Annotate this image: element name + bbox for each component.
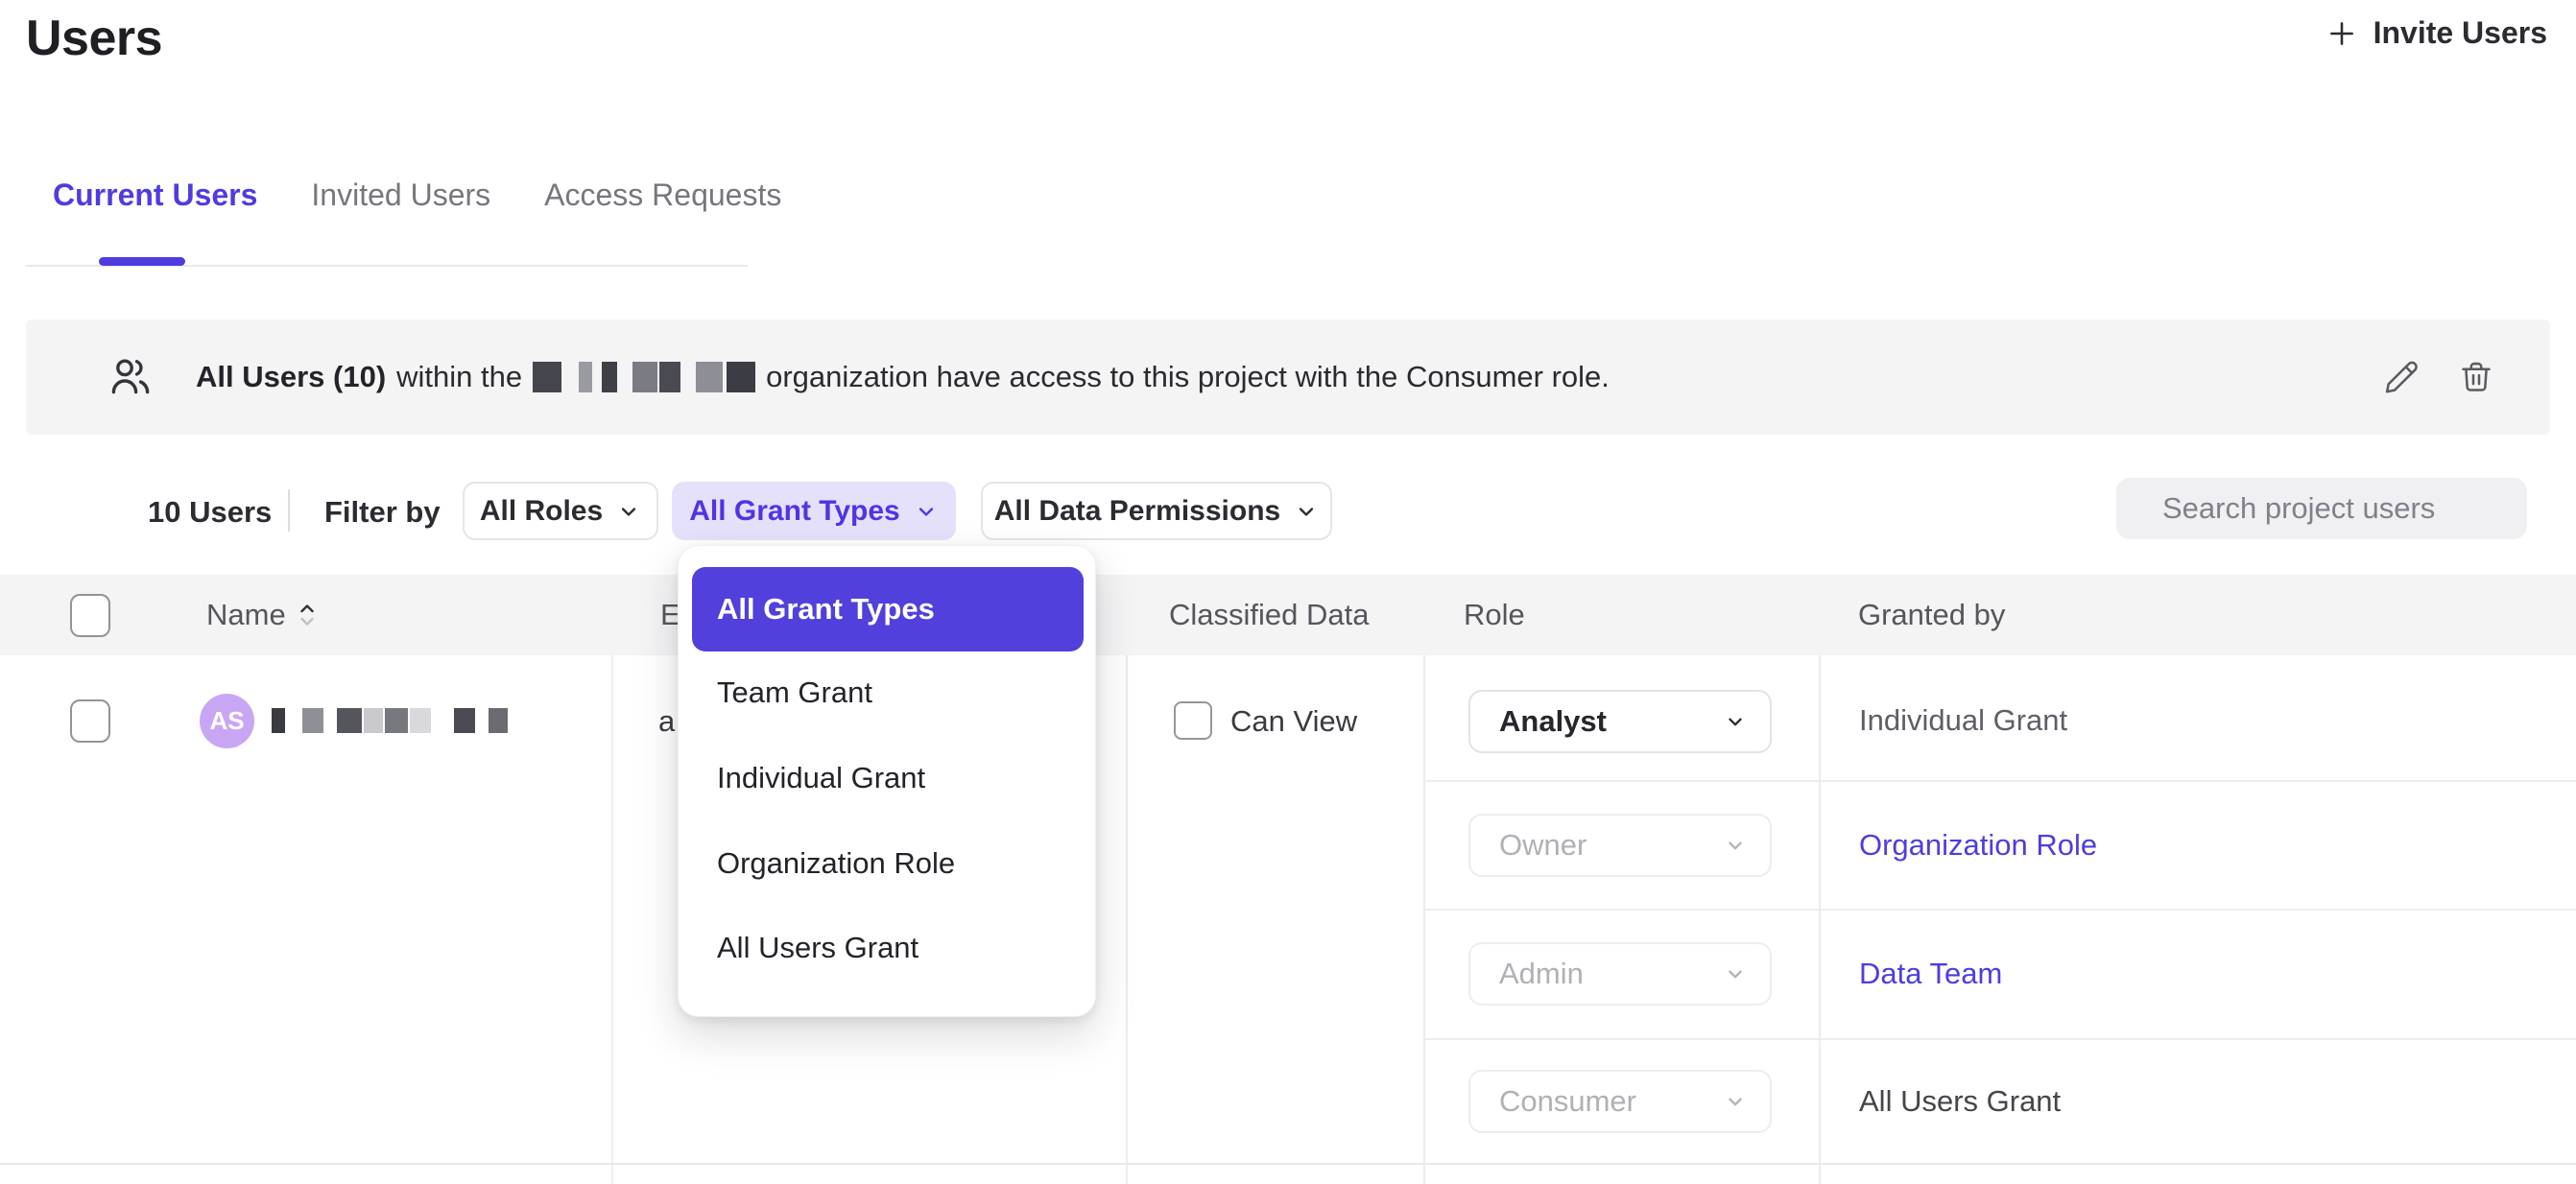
granted-by-link-data-team[interactable]: Data Team — [1859, 957, 2002, 991]
banner-text-before: within the — [396, 360, 522, 394]
all-data-permissions-label: All Data Permissions — [994, 495, 1280, 528]
menu-item-all-users-grant[interactable]: All Users Grant — [679, 919, 1095, 977]
table-header: Name Email Classified Data Role Granted … — [0, 575, 2576, 655]
role-select-value: Consumer — [1499, 1084, 1636, 1119]
users-page: Users Invite Users Current Users Invited… — [0, 0, 2576, 1184]
email-cell-fragment: a — [658, 704, 675, 739]
redacted-org-name — [533, 362, 755, 392]
grant-row-divider — [1424, 909, 2576, 911]
column-header-name[interactable]: Name — [206, 575, 319, 655]
column-header-granted-by: Granted by — [1858, 575, 2005, 655]
row-divider — [0, 1163, 2576, 1165]
user-count-label: 10 Users — [148, 495, 272, 530]
page-title: Users — [26, 10, 162, 67]
chevron-down-icon — [1724, 1090, 1747, 1113]
invite-users-label: Invite Users — [2373, 15, 2547, 51]
role-header-label: Role — [1464, 598, 1525, 632]
role-select-analyst[interactable]: Analyst — [1468, 690, 1772, 753]
tab-invited-users[interactable]: Invited Users — [311, 178, 490, 213]
menu-item-individual-grant[interactable]: Individual Grant — [679, 749, 1095, 807]
menu-item-organization-role[interactable]: Organization Role — [679, 835, 1095, 892]
select-all-checkbox[interactable] — [70, 594, 110, 637]
granted-by-link-organization-role[interactable]: Organization Role — [1859, 828, 2097, 863]
column-header-classified-data: Classified Data — [1169, 575, 1369, 655]
chevron-down-icon — [1724, 834, 1747, 857]
filter-row-divider — [288, 489, 290, 532]
chevron-down-icon — [914, 499, 939, 524]
role-select-value: Analyst — [1499, 704, 1607, 739]
banner-content: All Users (10) within the organization h… — [107, 320, 1610, 435]
avatar-initials: AS — [209, 706, 244, 736]
users-group-icon — [107, 354, 154, 400]
tab-current-users[interactable]: Current Users — [53, 178, 257, 213]
grant-row-divider — [1424, 1038, 2576, 1040]
chevron-down-icon — [1724, 962, 1747, 985]
column-divider — [1126, 655, 1128, 1184]
chevron-down-icon — [1294, 499, 1319, 524]
role-select-value: Owner — [1499, 828, 1586, 863]
search-box[interactable] — [2116, 478, 2527, 539]
all-users-banner: All Users (10) within the organization h… — [26, 320, 2550, 435]
all-roles-label: All Roles — [480, 495, 603, 528]
granted-by-cell: Individual Grant — [1859, 703, 2067, 738]
trash-icon — [2458, 359, 2494, 395]
role-select-owner[interactable]: Owner — [1468, 814, 1772, 877]
grant-type-menu: All Grant Types Team Grant Individual Gr… — [678, 545, 1096, 1017]
menu-item-team-grant[interactable]: Team Grant — [679, 664, 1095, 722]
row-checkbox[interactable] — [70, 699, 110, 743]
chevron-down-icon — [1724, 710, 1747, 733]
banner-text-after: organization have access to this project… — [766, 360, 1610, 394]
column-header-role: Role — [1464, 575, 1525, 655]
pencil-icon — [2383, 359, 2420, 395]
all-grant-types-label: All Grant Types — [689, 495, 900, 528]
tab-bar: Current Users Invited Users Access Reque… — [53, 178, 781, 213]
granted-by-cell: All Users Grant — [1859, 1084, 2061, 1119]
invite-users-button[interactable]: Invite Users — [2326, 15, 2547, 51]
name-header-label: Name — [206, 598, 286, 632]
menu-item-all-grant-types-selected[interactable]: All Grant Types — [692, 567, 1084, 651]
delete-banner-button[interactable] — [2458, 320, 2494, 435]
classified-data-header-label: Classified Data — [1169, 598, 1369, 632]
role-select-value: Admin — [1499, 957, 1584, 991]
active-tab-indicator — [99, 257, 185, 266]
all-data-permissions-filter-button[interactable]: All Data Permissions — [981, 482, 1332, 540]
column-divider — [1819, 655, 1821, 1184]
filter-by-label: Filter by — [324, 495, 441, 530]
column-divider — [611, 655, 613, 1184]
role-select-admin[interactable]: Admin — [1468, 942, 1772, 1006]
granted-by-header-label: Granted by — [1858, 598, 2005, 632]
edit-banner-button[interactable] — [2383, 320, 2420, 435]
plus-icon — [2326, 17, 2358, 50]
banner-text: All Users (10) within the organization h… — [196, 360, 1610, 394]
column-divider — [1423, 655, 1425, 1184]
all-roles-filter-button[interactable]: All Roles — [463, 482, 658, 540]
chevron-down-icon — [616, 499, 641, 524]
avatar: AS — [200, 694, 254, 748]
can-view-checkbox[interactable] — [1174, 701, 1212, 740]
all-grant-types-filter-button[interactable]: All Grant Types — [672, 482, 956, 540]
can-view-label: Can View — [1230, 704, 1357, 739]
sort-icon — [296, 595, 319, 635]
banner-bold-text: All Users (10) — [196, 360, 386, 394]
grant-row-divider — [1424, 780, 2576, 782]
redacted-user-name — [272, 708, 508, 733]
search-input[interactable] — [2162, 491, 2545, 526]
role-select-consumer[interactable]: Consumer — [1468, 1070, 1772, 1133]
tab-access-requests[interactable]: Access Requests — [544, 178, 781, 213]
